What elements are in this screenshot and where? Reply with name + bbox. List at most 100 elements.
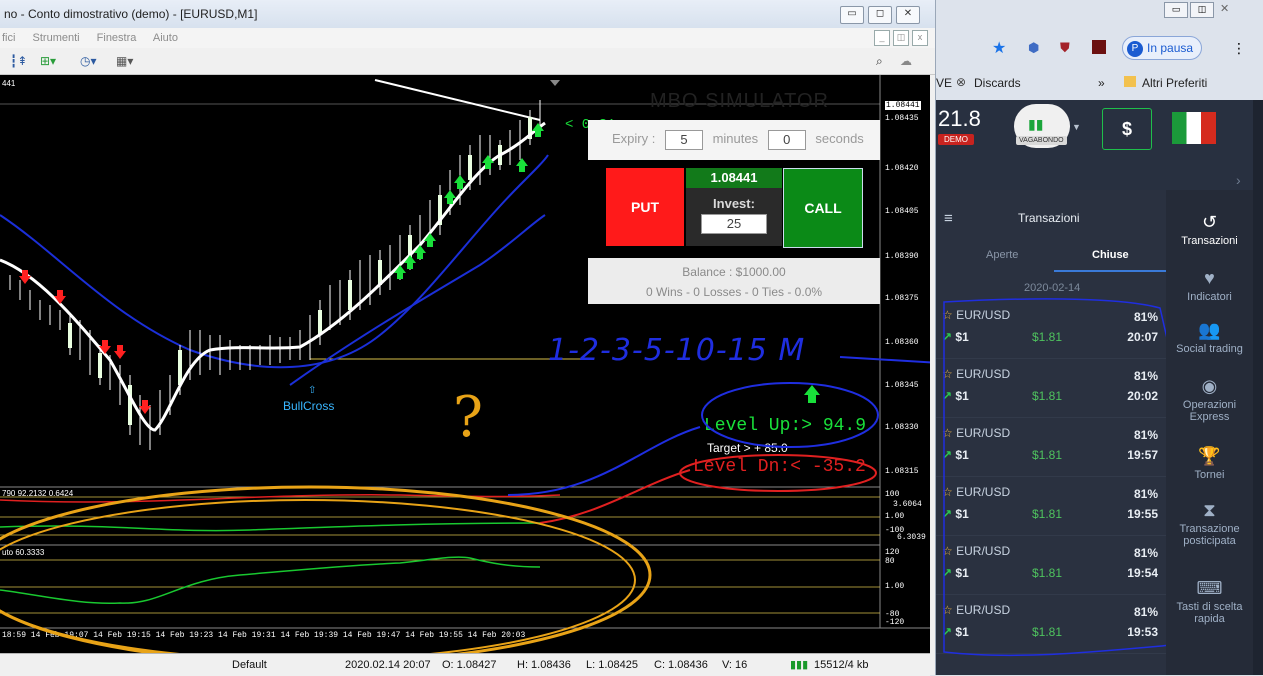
side-item-transazioni[interactable]: ↺ Transazioni: [1166, 212, 1253, 247]
menu-item-grafici[interactable]: fici: [2, 32, 15, 44]
bookmark-other[interactable]: Altri Preferiti: [1142, 76, 1207, 90]
tab-closed[interactable]: Chiuse: [1092, 249, 1129, 261]
add-indicator-icon[interactable]: ⊞▾: [40, 52, 56, 70]
chevron-down-icon[interactable]: ▼: [1072, 122, 1081, 132]
call-button[interactable]: CALL: [783, 168, 863, 248]
transactions-title: Transazioni: [1018, 211, 1080, 225]
bookmarks-more[interactable]: »: [1098, 76, 1105, 90]
trade-pair: ☆ EUR/USD: [942, 603, 1011, 617]
profile-icon: P: [1127, 40, 1143, 57]
close-button[interactable]: ✕: [896, 6, 920, 24]
chat-icon[interactable]: ☁: [900, 52, 912, 70]
trade-row[interactable]: ☆ EUR/USD 81% ↗ $1 $1.81 19:55: [936, 477, 1166, 536]
side-item-shortcuts[interactable]: ⌨ Tasti di scelta rapida: [1166, 578, 1253, 625]
extension-icon[interactable]: ⬢: [1028, 40, 1039, 56]
star-icon[interactable]: ☆: [942, 603, 953, 617]
hourglass-icon: ⧗: [1203, 500, 1216, 520]
child-restore-button[interactable]: ◫: [893, 30, 909, 46]
history-icon: ↺: [1201, 212, 1218, 232]
star-icon[interactable]: ☆: [942, 544, 953, 558]
chevron-right-icon[interactable]: ›: [1236, 172, 1241, 188]
scrollbar[interactable]: [1253, 100, 1263, 675]
expiry-seconds-input[interactable]: 0: [767, 129, 806, 150]
account-name: VAGABONDO: [1016, 136, 1067, 145]
side-item-express[interactable]: ◉ Operazioni Express: [1166, 376, 1253, 423]
bookmark-ve[interactable]: VE: [936, 76, 952, 90]
star-icon[interactable]: ☆: [942, 426, 953, 440]
trade-pair: ☆ EUR/USD: [942, 485, 1011, 499]
stats-label: 0 Wins - 0 Losses - 0 Ties - 0.0%: [645, 285, 823, 299]
template-icon[interactable]: ▦▾: [116, 52, 133, 70]
trade-list: ☆ EUR/USD 81% ↗ $1 $1.81 20:07 ☆ EUR/USD…: [936, 300, 1166, 660]
trade-row[interactable]: ☆ EUR/USD 81% ↗ $1 $1.81 19:57: [936, 418, 1166, 477]
axis-tick: 1.00: [885, 582, 905, 591]
invest-input[interactable]: 25: [701, 214, 767, 234]
axis-tick: 1.00: [885, 512, 905, 521]
side-item-posticipata[interactable]: ⧗ Transazione posticipata: [1166, 500, 1253, 547]
side-item-tornei[interactable]: 🏆 Tornei: [1166, 446, 1253, 481]
minimize-button[interactable]: ▭: [840, 6, 864, 24]
period-separator-icon[interactable]: ┇⇞: [10, 52, 27, 70]
axis-tick: 1.08315: [885, 467, 919, 476]
star-icon[interactable]: ☆: [942, 308, 953, 322]
trade-row[interactable]: ☆ EUR/USD 81% ↗ $1 $1.81 19:53: [936, 595, 1166, 654]
side-item-label: Transazioni: [1181, 235, 1238, 247]
status-traffic: 15512/4 kb: [814, 659, 869, 671]
trade-row[interactable]: ☆ EUR/USD 81% ↗ $1 $1.81 20:07: [936, 300, 1166, 359]
expiry-minutes-input[interactable]: 5: [664, 129, 703, 150]
browser-restore-button[interactable]: ◫: [1190, 2, 1214, 18]
trade-time: 19:57: [1127, 448, 1158, 462]
axis-tick: 1.08330: [885, 423, 919, 432]
level-up-label: Level Up:> 94.9: [704, 416, 867, 436]
star-icon[interactable]: ☆: [942, 485, 953, 499]
invest-label: Invest:: [713, 196, 755, 211]
search-icon[interactable]: ⌕: [876, 52, 883, 70]
extension-ublock-icon[interactable]: ⛊: [1060, 40, 1070, 56]
trade-time: 19:55: [1127, 507, 1158, 521]
trade-pair: ☆ EUR/USD: [942, 308, 1011, 322]
status-bar: Default 2020.02.14 20:07 O: 1.08427 H: 1…: [0, 653, 930, 676]
trade-row[interactable]: ☆ EUR/USD 81% ↗ $1 $1.81 19:54: [936, 536, 1166, 595]
trade-percent: 81%: [1133, 428, 1158, 442]
menu-item-aiuto[interactable]: Aiuto: [153, 32, 178, 44]
menu-item-finestra[interactable]: Finestra: [97, 32, 137, 44]
browser-close-button[interactable]: ✕: [1220, 2, 1229, 15]
star-icon[interactable]: ☆: [942, 367, 953, 381]
axis-tick: 1.08390: [885, 252, 919, 261]
side-item-indicatori[interactable]: ♥ Indicatori: [1166, 268, 1253, 303]
clock-icon[interactable]: ◷▾: [80, 52, 97, 70]
users-icon: 👥: [1198, 320, 1221, 340]
bookmark-discards[interactable]: Discards: [974, 76, 1021, 90]
trade-payout: $1.81: [1032, 625, 1063, 639]
axis-tick: 1.08375: [885, 294, 919, 303]
menu-item-strumenti[interactable]: Strumenti: [33, 32, 80, 44]
profile-paused-button[interactable]: P In pausa: [1122, 36, 1203, 60]
trade-investment: ↗ $1: [942, 448, 969, 462]
indicator1-label: 790 92.2132 0.6424: [2, 489, 74, 498]
axis-tick: 120: [885, 548, 900, 557]
balance-panel: Balance : $1000.00 0 Wins - 0 Losses - 0…: [588, 258, 880, 304]
window-title: no - Conto dimostrativo (demo) - [EURUSD…: [0, 0, 935, 28]
extension-red-icon[interactable]: [1092, 40, 1106, 54]
deposit-button[interactable]: $: [1102, 108, 1152, 150]
maximize-button[interactable]: ◻: [868, 6, 892, 24]
language-flag[interactable]: [1172, 112, 1216, 144]
tab-open[interactable]: Aperte: [986, 249, 1018, 261]
browser-minimize-button[interactable]: ▭: [1164, 2, 1188, 18]
trophy-icon: 🏆: [1198, 446, 1221, 466]
trade-row[interactable]: ☆ EUR/USD 81% ↗ $1 $1.81 20:02: [936, 359, 1166, 418]
menu-bar: fici Strumenti Finestra Aiuto _ ◫ x: [0, 28, 935, 48]
list-icon[interactable]: ≡: [944, 210, 953, 227]
bullcross-arrow-icon: ⇧: [308, 385, 317, 396]
mbo-title: MBO SIMULATOR: [650, 90, 829, 112]
put-button[interactable]: PUT: [606, 168, 684, 246]
side-item-label: Tasti di scelta rapida: [1176, 601, 1243, 625]
child-close-button[interactable]: x: [912, 30, 928, 46]
price-chart[interactable]: 441 790 92.2132 0.6424 uto 60.3333 1.084…: [0, 75, 930, 653]
star-icon[interactable]: ★: [992, 38, 1006, 58]
child-minimize-button[interactable]: _: [874, 30, 890, 46]
status-profile: Default: [232, 659, 267, 671]
side-item-social[interactable]: 👥 Social trading: [1166, 320, 1253, 355]
menu-dots-icon[interactable]: ⋮: [1232, 40, 1246, 57]
folder-icon: [1124, 76, 1136, 87]
